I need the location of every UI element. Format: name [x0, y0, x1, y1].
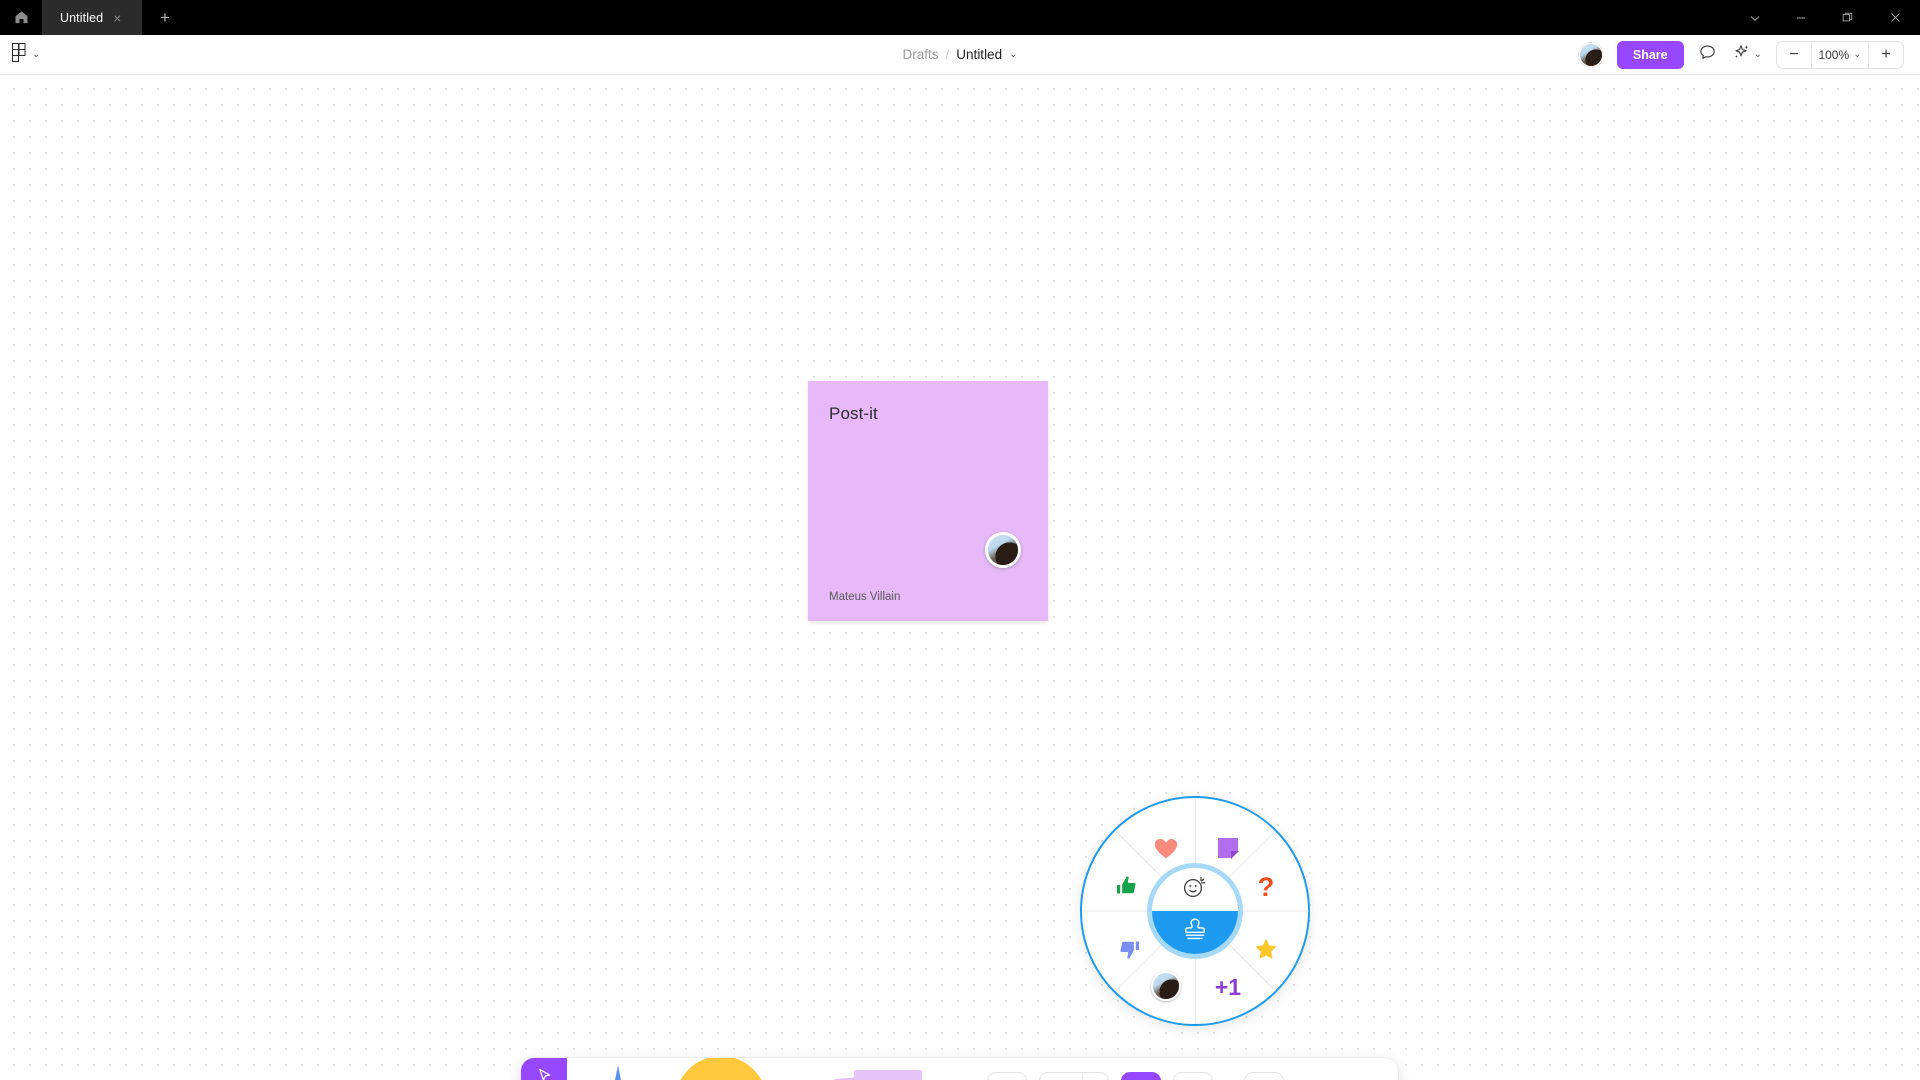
app-header: ⌄ Drafts / Untitled ⌄ Share ⌄ − 100% ⌄ +	[0, 35, 1920, 75]
browser-tab[interactable]: Untitled ×	[42, 0, 142, 35]
shape-tool-chevron-up-icon[interactable]	[774, 1058, 814, 1080]
more-options-button[interactable]: ···	[1296, 1058, 1340, 1080]
tab-close-icon[interactable]: ×	[113, 11, 121, 25]
zoom-in-button[interactable]: +	[1869, 42, 1903, 68]
home-icon	[14, 10, 29, 25]
shape-tool-circle	[675, 1058, 767, 1080]
tab-label: Untitled	[60, 10, 104, 25]
stamp-reaction-wheel[interactable]: ? +1	[1080, 796, 1310, 1026]
zoom-controls: − 100% ⌄ +	[1776, 40, 1904, 69]
figjam-menu-button[interactable]: ⌄	[0, 42, 41, 67]
sticky-note-author-avatar[interactable]	[985, 532, 1021, 568]
ai-sparkle-icon	[1731, 42, 1751, 67]
zoom-out-button[interactable]: −	[1777, 42, 1811, 68]
emoji-face-icon	[1180, 873, 1210, 906]
sticky-note[interactable]: Post-it Mateus Villain	[808, 381, 1048, 621]
stamp-tool[interactable]	[1121, 1072, 1161, 1080]
toolbar-cursor-section	[521, 1058, 568, 1080]
breadcrumb-separator: /	[945, 47, 950, 62]
ai-actions-button[interactable]: ⌄	[1731, 42, 1762, 67]
breadcrumb-file-name[interactable]: Untitled	[956, 47, 1002, 62]
reaction-star[interactable]	[1244, 926, 1288, 970]
pen-marker-tool[interactable]	[568, 1058, 668, 1080]
window-chevron-down-icon[interactable]	[1732, 0, 1778, 35]
sticky-note-author-name: Mateus Villain	[829, 591, 901, 603]
breadcrumb-folder[interactable]: Drafts	[903, 47, 939, 62]
widget-tool[interactable]	[1244, 1072, 1284, 1080]
avatar-image	[1579, 43, 1602, 66]
wheel-stamp-mode-button[interactable]	[1152, 911, 1238, 954]
comment-icon	[1698, 43, 1717, 67]
bottom-toolbar: ···	[521, 1058, 1398, 1080]
app-header-actions: Share ⌄ − 100% ⌄ +	[1578, 40, 1920, 69]
share-button[interactable]: Share	[1616, 40, 1684, 69]
window-maximize-button[interactable]	[1824, 0, 1870, 35]
connector-tool[interactable]	[1040, 1073, 1082, 1080]
connector-tool-chevron-up-icon[interactable]	[1082, 1073, 1108, 1080]
breadcrumb-chevron-down-icon[interactable]: ⌄	[1009, 49, 1017, 60]
window-close-button[interactable]	[1870, 0, 1920, 35]
avatar[interactable]	[1578, 42, 1603, 67]
reaction-heart[interactable]	[1144, 826, 1188, 870]
breadcrumb: Drafts / Untitled ⌄	[903, 47, 1018, 62]
select-cursor-tool[interactable]	[521, 1058, 567, 1080]
sticky-note-tool[interactable]	[814, 1058, 930, 1080]
ai-chevron-down-icon: ⌄	[1753, 49, 1762, 60]
window-minimize-button[interactable]	[1778, 0, 1824, 35]
reaction-avatar-stamp[interactable]	[1144, 964, 1188, 1008]
zoom-chevron-down-icon: ⌄	[1853, 49, 1862, 60]
cursor-tool-stack	[521, 1058, 567, 1080]
zoom-level-value: 100%	[1818, 47, 1850, 62]
svg-text:+1: +1	[1215, 974, 1241, 1000]
reaction-question-mark[interactable]: ?	[1244, 864, 1288, 908]
reaction-plus-one[interactable]: +1	[1206, 964, 1250, 1008]
comment-button[interactable]	[1698, 43, 1717, 67]
stamp-icon	[1181, 916, 1209, 949]
frame-tool[interactable]	[1173, 1072, 1213, 1080]
toolbar-create-section	[971, 1058, 1227, 1080]
zoom-level-dropdown[interactable]: 100% ⌄	[1811, 41, 1869, 68]
figjam-menu-chevron-icon: ⌄	[32, 49, 41, 60]
avatar	[1151, 971, 1181, 1001]
avatar-image	[988, 535, 1018, 565]
window-controls	[1732, 0, 1920, 35]
sticky-note-title: Post-it	[829, 404, 878, 423]
window-title-bar: Untitled × +	[0, 0, 1920, 35]
wheel-emoji-mode-button[interactable]	[1152, 868, 1238, 911]
avatar-image	[1153, 973, 1179, 999]
figjam-logo-icon	[12, 42, 26, 67]
toolbar-extras-section: ···	[1228, 1058, 1340, 1080]
reaction-thumbs-down[interactable]	[1106, 926, 1150, 970]
wheel-center	[1147, 863, 1243, 959]
sticky-stack-front	[854, 1070, 922, 1080]
text-tool[interactable]	[987, 1072, 1027, 1080]
sticky-tool-chevron-up-icon[interactable]	[930, 1058, 970, 1080]
shape-tool[interactable]	[668, 1058, 774, 1080]
canvas[interactable]: Post-it Mateus Villain ? +1	[0, 75, 1920, 1080]
svg-text:?: ?	[1258, 872, 1275, 901]
home-button[interactable]	[0, 0, 42, 35]
new-tab-button[interactable]: +	[142, 0, 188, 35]
reaction-thumbs-up[interactable]	[1106, 864, 1150, 908]
connector-tool-group	[1039, 1072, 1109, 1080]
